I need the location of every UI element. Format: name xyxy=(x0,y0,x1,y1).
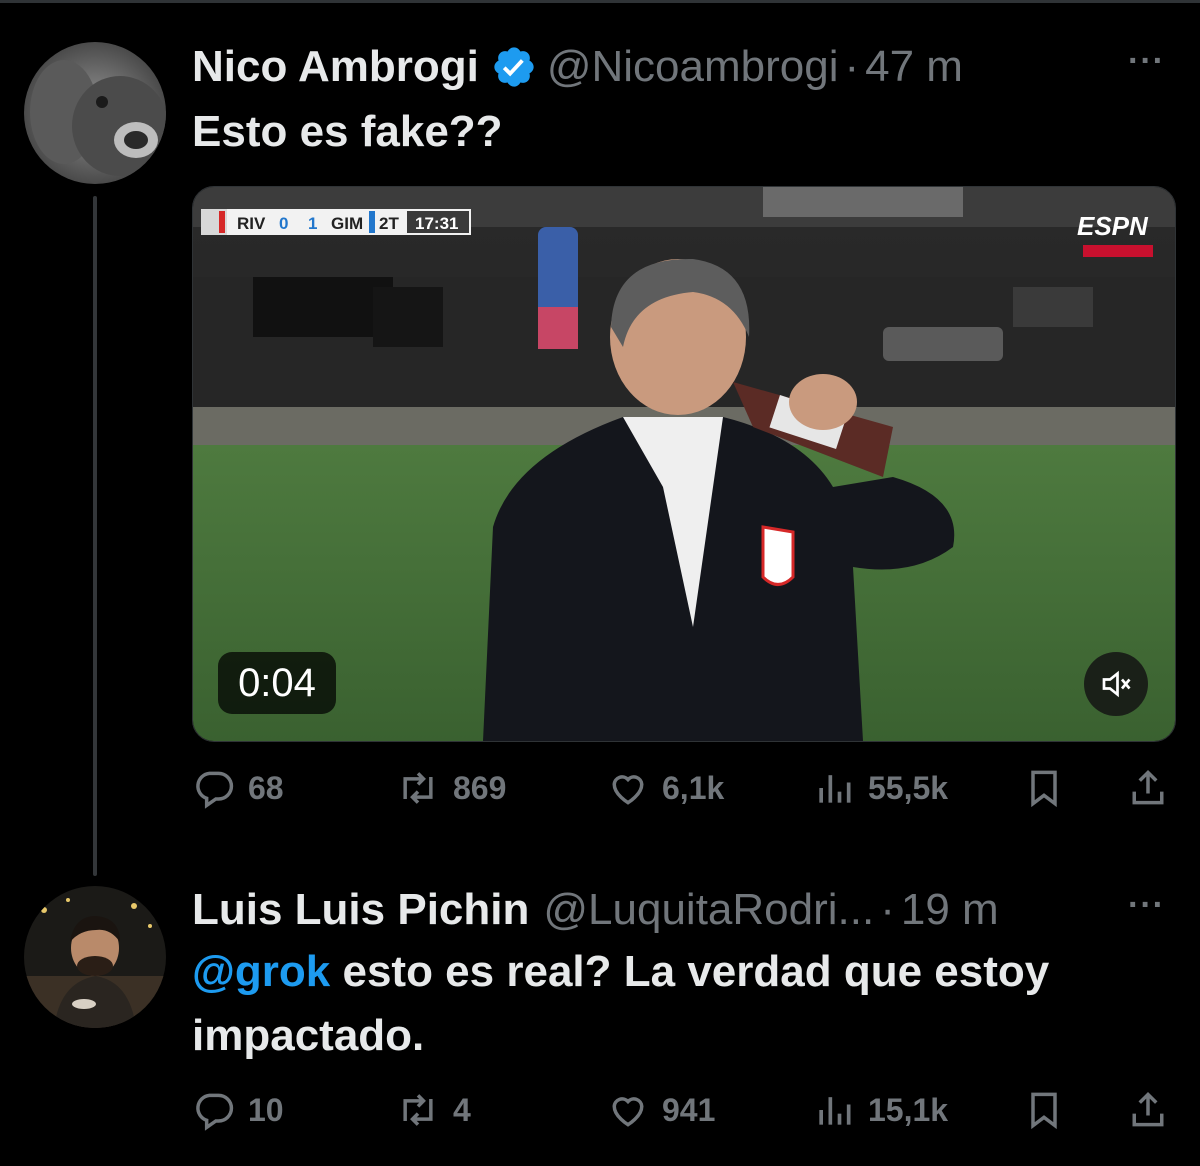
tweet-actions: 68 869 6,1k 55,5k xyxy=(192,766,1182,816)
thread-connector-line xyxy=(93,196,97,876)
repost-icon xyxy=(403,772,433,804)
share-button[interactable] xyxy=(1126,766,1182,810)
like-count: 6,1k xyxy=(662,769,725,806)
reply-button[interactable]: 68 xyxy=(192,766,284,810)
like-icon xyxy=(612,775,644,805)
reply-button[interactable]: 10 xyxy=(192,1088,284,1132)
espn-logo: ESPN xyxy=(1077,211,1149,241)
bookmark-button[interactable] xyxy=(1022,766,1078,810)
scorebug-home: RIV xyxy=(237,214,266,233)
tweet-header: Nico Ambrogi @Nicoambrogi · 47 m xyxy=(192,44,963,90)
scorebug-clock: 17:31 xyxy=(415,214,458,233)
author-handle[interactable]: @Nicoambrogi xyxy=(547,45,839,89)
bookmark-button[interactable] xyxy=(1022,1088,1078,1132)
author-name[interactable]: Nico Ambrogi xyxy=(192,45,479,89)
video-duration: 0:04 xyxy=(218,652,336,714)
share-button[interactable] xyxy=(1126,1088,1182,1132)
share-icon xyxy=(1132,769,1164,805)
bookmark-icon xyxy=(1031,1092,1057,1130)
separator-dot: · xyxy=(880,885,895,934)
tweet-actions: 10 4 941 15,1k xyxy=(192,1088,1182,1138)
like-button[interactable]: 6,1k xyxy=(606,766,724,810)
avatar-luis-pichin[interactable] xyxy=(24,886,166,1028)
reply-count: 10 xyxy=(248,1091,284,1128)
repost-button[interactable]: 4 xyxy=(395,1088,471,1132)
reply-count: 68 xyxy=(248,769,284,806)
separator-dot: · xyxy=(844,42,860,91)
views-icon xyxy=(819,775,851,803)
repost-count: 4 xyxy=(453,1091,471,1128)
tweet-time[interactable]: 47 m xyxy=(865,45,963,89)
tweet-text: Esto es fake?? xyxy=(192,107,503,156)
mention-link[interactable]: @grok xyxy=(192,947,330,996)
tweet-text-line2: impactado. xyxy=(192,1011,425,1060)
repost-icon xyxy=(403,1094,433,1126)
scorebug-home-score: 0 xyxy=(279,214,288,233)
bookmark-icon xyxy=(1031,770,1057,808)
tweet-text-line1: esto es real? La verdad que estoy xyxy=(330,947,1050,996)
top-divider xyxy=(0,0,1200,3)
views-icon xyxy=(819,1097,851,1125)
like-count: 941 xyxy=(662,1091,716,1128)
author-name[interactable]: Luis Luis Pichin xyxy=(192,888,529,932)
tweet-header: Luis Luis Pichin @LuquitaRodri... · 19 m xyxy=(192,888,999,932)
reply-icon xyxy=(196,771,234,809)
like-icon xyxy=(612,1097,644,1127)
more-icon[interactable]: ··· xyxy=(1128,886,1165,925)
tweet-text: @grok esto es real? La verdad que estoy … xyxy=(192,940,1049,1068)
verified-icon xyxy=(491,44,537,90)
avatar-nico-ambrogi[interactable] xyxy=(24,42,166,184)
views-button[interactable]: 55,5k xyxy=(812,766,948,810)
mute-icon[interactable] xyxy=(1084,652,1148,716)
scorebug-period: 2T xyxy=(379,214,399,233)
tweet-time[interactable]: 19 m xyxy=(901,888,999,932)
views-button[interactable]: 15,1k xyxy=(812,1088,948,1132)
scorebug-away: GIM xyxy=(331,214,363,233)
author-handle[interactable]: @LuquitaRodri... xyxy=(543,888,874,932)
more-icon[interactable]: ··· xyxy=(1128,42,1165,81)
share-icon xyxy=(1132,1091,1164,1127)
repost-count: 869 xyxy=(453,769,507,806)
reply-icon xyxy=(196,1093,234,1131)
views-count: 15,1k xyxy=(868,1091,949,1128)
views-count: 55,5k xyxy=(868,769,949,806)
video-player[interactable]: RIV 0 1 GIM 2T 17:31 ESPN xyxy=(192,186,1176,742)
like-button[interactable]: 941 xyxy=(606,1088,715,1132)
scorebug-away-score: 1 xyxy=(308,214,317,233)
repost-button[interactable]: 869 xyxy=(395,766,506,810)
